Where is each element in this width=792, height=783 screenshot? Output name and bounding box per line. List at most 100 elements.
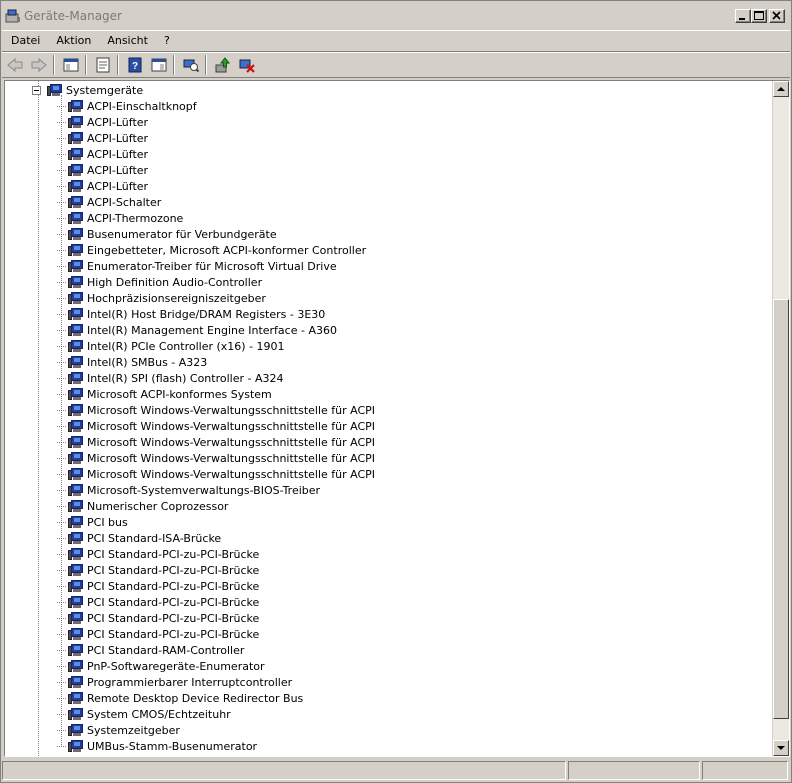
tree-connector — [57, 441, 66, 443]
device-item[interactable]: PCI Standard-PCI-zu-PCI-Brücke — [57, 610, 259, 626]
device-label: Enumerator-Treiber für Microsoft Virtual… — [87, 259, 337, 273]
arrow-down-icon — [777, 746, 785, 750]
menu-aktion[interactable]: Aktion — [49, 32, 98, 50]
device-item[interactable]: Hochpräzisionsereigniszeitgeber — [57, 290, 266, 306]
device-item[interactable]: Microsoft-Systemverwaltungs-BIOS-Treiber — [57, 482, 320, 498]
device-item[interactable]: ACPI-Lüfter — [57, 178, 148, 194]
status-bar — [2, 759, 790, 781]
device-item[interactable]: ACPI-Einschaltknopf — [57, 98, 197, 114]
device-item[interactable]: Intel(R) Management Engine Interface - A… — [57, 322, 337, 338]
device-item[interactable]: ACPI-Lüfter — [57, 162, 148, 178]
minimize-button[interactable] — [735, 9, 751, 23]
device-label: Microsoft-Systemverwaltungs-BIOS-Treiber — [87, 483, 321, 497]
system-device-icon — [68, 643, 84, 657]
device-label: ACPI-Lüfter — [87, 179, 149, 193]
help-button[interactable]: ? — [123, 54, 146, 76]
device-item[interactable]: ACPI-Lüfter — [57, 114, 148, 130]
tree-connector — [57, 297, 66, 299]
device-item[interactable]: Microsoft Windows-Verwaltungsschnittstel… — [57, 466, 375, 482]
tree-connector — [57, 585, 66, 587]
update-driver-button[interactable] — [211, 54, 234, 76]
device-tree-panel: Systemgeräte ACPI-Einschaltknopf ACPI-Lüf… — [4, 80, 790, 757]
system-device-icon — [68, 291, 84, 305]
device-item[interactable]: PCI Standard-PCI-zu-PCI-Brücke — [57, 578, 259, 594]
system-device-icon — [68, 323, 84, 337]
device-item[interactable]: Numerischer Coprozessor — [57, 498, 228, 514]
device-item[interactable]: Eingebetteter, Microsoft ACPI-konformer … — [57, 242, 366, 258]
device-item[interactable]: PCI Standard-RAM-Controller — [57, 642, 244, 658]
device-label: UMBus-Stamm-Busenumerator — [87, 739, 258, 753]
system-device-icon — [68, 195, 84, 209]
device-item[interactable]: Microsoft ACPI-konformes System — [57, 386, 272, 402]
toolbar-separator — [53, 54, 55, 75]
forward-button[interactable] — [27, 54, 50, 76]
device-item[interactable]: ACPI-Thermozone — [57, 210, 183, 226]
back-icon — [6, 57, 22, 72]
maximize-icon — [754, 11, 764, 20]
device-item[interactable]: PCI Standard-PCI-zu-PCI-Brücke — [57, 594, 259, 610]
device-item[interactable]: Microsoft Windows-Verwaltungsschnittstel… — [57, 402, 375, 418]
scroll-thumb[interactable] — [773, 299, 789, 719]
device-item[interactable]: Intel(R) SMBus - A323 — [57, 354, 207, 370]
device-item[interactable]: ACPI-Lüfter — [57, 146, 148, 162]
device-item[interactable]: PCI Standard-PCI-zu-PCI-Brücke — [57, 626, 259, 642]
system-device-icon — [68, 691, 84, 705]
tree-connector — [57, 537, 66, 539]
device-item[interactable]: Remote Desktop Device Redirector Bus — [57, 690, 303, 706]
tree-connector — [57, 329, 66, 331]
tree-connector — [57, 153, 66, 155]
back-button[interactable] — [3, 54, 26, 76]
device-label: Programmierbarer Interruptcontroller — [87, 675, 293, 689]
device-item[interactable]: High Definition Audio-Controller — [57, 274, 262, 290]
menu-ansicht[interactable]: Ansicht — [100, 32, 155, 50]
close-button[interactable] — [769, 9, 785, 23]
device-item[interactable]: Microsoft Windows-Verwaltungsschnittstel… — [57, 450, 375, 466]
category-label: Systemgeräte — [66, 83, 144, 97]
system-device-icon — [68, 659, 84, 673]
device-item[interactable]: Systemzeitgeber — [57, 722, 180, 738]
device-label: Remote Desktop Device Redirector Bus — [87, 691, 304, 705]
system-device-icon — [68, 627, 84, 641]
device-item[interactable]: PCI Standard-ISA-Brücke — [57, 530, 221, 546]
device-label: PCI bus — [87, 515, 128, 529]
device-item[interactable]: ACPI-Schalter — [57, 194, 161, 210]
menu-datei[interactable]: Datei — [4, 32, 47, 50]
device-item[interactable]: PCI Standard-PCI-zu-PCI-Brücke — [57, 562, 259, 578]
collapse-icon[interactable] — [32, 85, 41, 95]
scroll-up-button[interactable] — [773, 81, 789, 97]
device-item[interactable]: Intel(R) Host Bridge/DRAM Registers - 3E… — [57, 306, 325, 322]
minimize-icon — [739, 18, 745, 20]
device-item[interactable]: Enumerator-Treiber für Microsoft Virtual… — [57, 258, 337, 274]
device-item[interactable]: Intel(R) PCIe Controller (x16) - 1901 — [57, 338, 285, 354]
device-item[interactable]: PCI Standard-PCI-zu-PCI-Brücke — [57, 546, 259, 562]
tree-connector — [57, 377, 66, 379]
console-tree-button[interactable] — [59, 54, 82, 76]
scan-hardware-button[interactable] — [179, 54, 202, 76]
uninstall-button[interactable] — [235, 54, 258, 76]
device-item[interactable]: Programmierbarer Interruptcontroller — [57, 674, 292, 690]
properties-button[interactable] — [91, 54, 114, 76]
status-panel-secondary — [568, 761, 701, 780]
tree-connector — [57, 201, 66, 203]
device-item[interactable]: System CMOS/Echtzeituhr — [57, 706, 231, 722]
device-label: ACPI-Lüfter — [87, 131, 149, 145]
maximize-button[interactable] — [751, 9, 767, 23]
category-icon — [47, 83, 63, 97]
title-bar[interactable]: Geräte-Manager — [2, 2, 790, 29]
device-item[interactable]: Intel(R) SPI (flash) Controller - A324 — [57, 370, 283, 386]
tree-category-systemgeraete[interactable]: Systemgeräte — [32, 82, 143, 98]
device-item[interactable]: Microsoft Windows-Verwaltungsschnittstel… — [57, 434, 375, 450]
device-item[interactable]: Busenumerator für Verbundgeräte — [57, 226, 277, 242]
device-item[interactable]: ACPI-Lüfter — [57, 130, 148, 146]
view-button[interactable] — [147, 54, 170, 76]
vertical-scrollbar[interactable] — [772, 81, 789, 756]
scroll-down-button[interactable] — [773, 740, 789, 756]
toolbar: ? — [2, 51, 790, 78]
device-item[interactable]: Microsoft Windows-Verwaltungsschnittstel… — [57, 418, 375, 434]
device-item[interactable]: PCI bus — [57, 514, 128, 530]
system-device-icon — [68, 307, 84, 321]
view-icon — [151, 58, 166, 71]
menu-help[interactable]: ? — [157, 32, 177, 50]
device-item[interactable]: PnP-Softwaregeräte-Enumerator — [57, 658, 265, 674]
device-item[interactable]: UMBus-Stamm-Busenumerator — [57, 738, 257, 754]
